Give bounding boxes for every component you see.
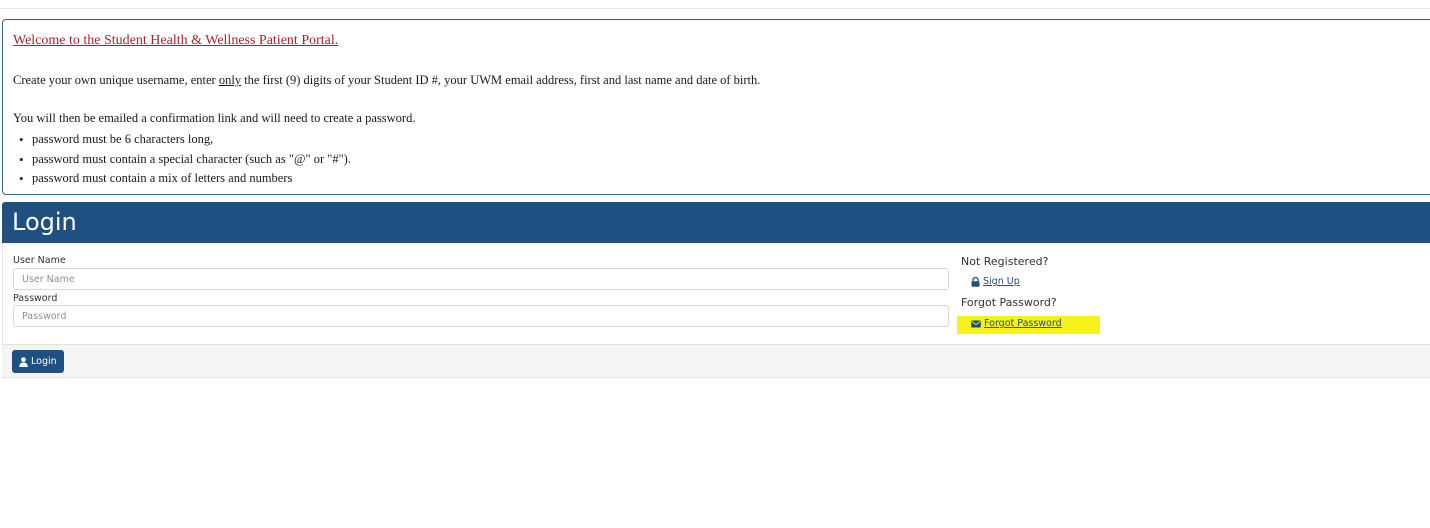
forgot-password-label: Forgot Password	[984, 318, 1062, 329]
instruction-text-end: the first (9) digits of your Student ID …	[241, 73, 761, 87]
login-button[interactable]: Login	[12, 350, 64, 373]
password-label: Password	[13, 293, 58, 304]
username-label: User Name	[13, 255, 66, 266]
forgot-password-link[interactable]: Forgot Password	[971, 318, 1062, 329]
sign-up-link[interactable]: Sign Up	[971, 276, 1020, 287]
form-footer: Login	[2, 344, 1430, 378]
list-item: password must contain a special characte…	[13, 150, 351, 170]
instruction-emphasis: only	[218, 73, 242, 87]
envelope-icon	[971, 320, 981, 327]
username-input[interactable]	[13, 268, 949, 290]
password-input[interactable]	[13, 305, 949, 327]
user-icon	[19, 356, 28, 367]
registration-instructions: Create your own unique username, enter o…	[13, 73, 760, 88]
login-header: Login	[2, 202, 1430, 243]
lock-icon	[971, 276, 980, 287]
login-title: Login	[12, 208, 77, 236]
login-button-label: Login	[31, 356, 57, 367]
welcome-title-link[interactable]: Welcome to the Student Health & Wellness…	[13, 33, 338, 49]
not-registered-heading: Not Registered?	[961, 255, 1049, 268]
password-requirements-list: password must be 6 characters long, pass…	[13, 130, 351, 189]
sign-up-label: Sign Up	[983, 276, 1020, 287]
forgot-password-heading: Forgot Password?	[961, 296, 1057, 309]
confirmation-email-text: You will then be emailed a confirmation …	[13, 111, 416, 125]
instruction-text-start: Create your own unique username, enter	[13, 73, 219, 87]
list-item: password must contain a mix of letters a…	[13, 169, 351, 189]
welcome-notice-panel: Welcome to the Student Health & Wellness…	[2, 19, 1430, 195]
list-item: password must be 6 characters long,	[13, 130, 351, 150]
top-divider	[0, 8, 1430, 9]
